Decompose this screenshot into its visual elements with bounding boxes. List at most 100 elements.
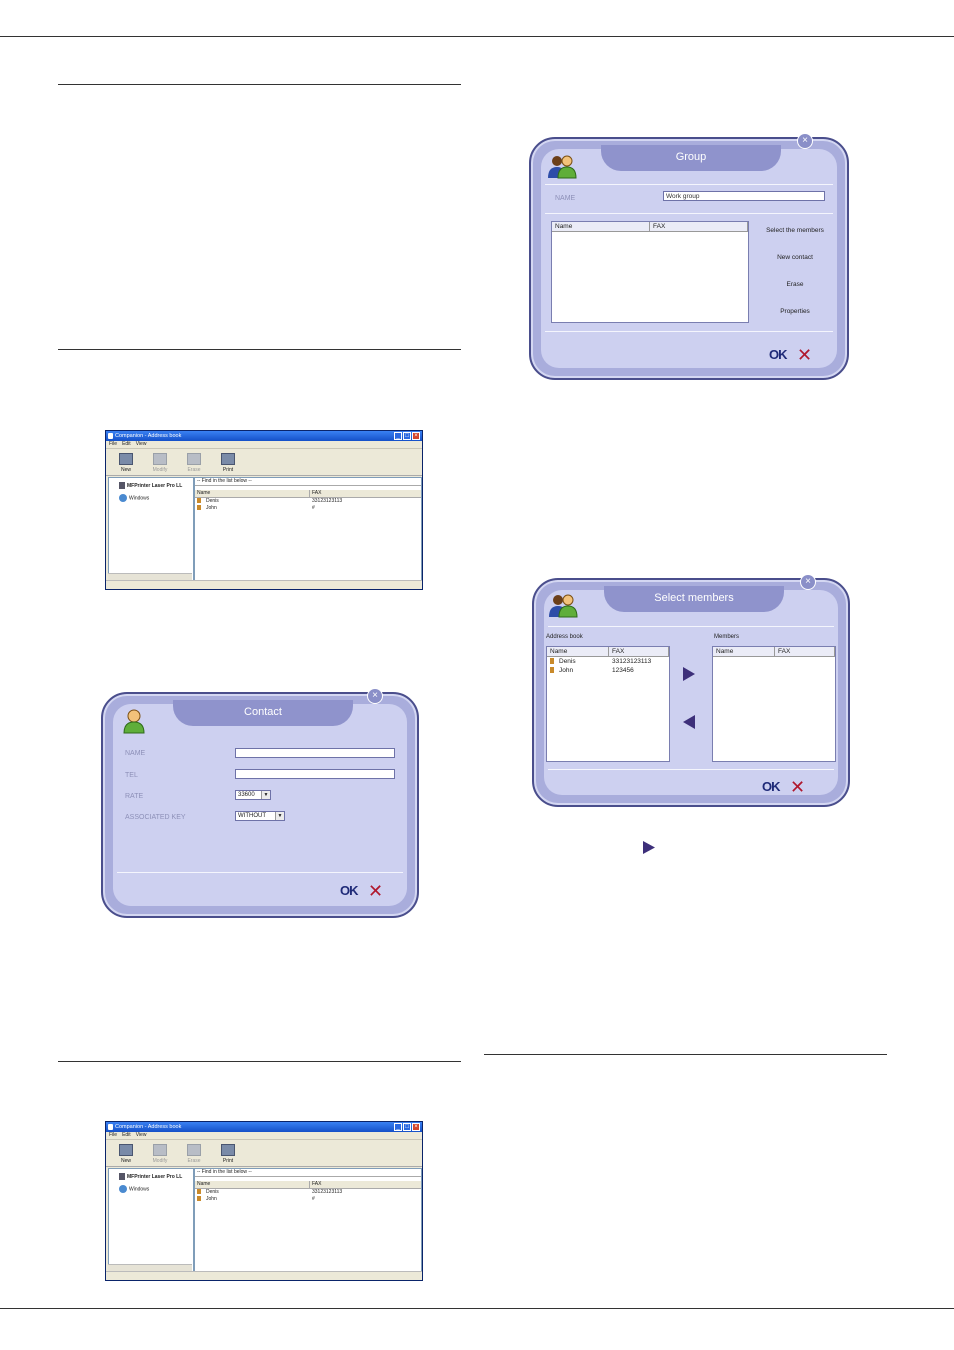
new-icon: [119, 1144, 133, 1156]
column-name[interactable]: Name: [195, 1181, 310, 1188]
tree-panel: MFPrinter Laser Pro LL Windows: [108, 1168, 194, 1274]
ok-button[interactable]: OK: [762, 779, 780, 794]
cancel-button[interactable]: ✕: [790, 778, 805, 796]
section-rule-2: [58, 349, 461, 350]
tel-field[interactable]: [235, 769, 395, 779]
select-members-button[interactable]: Select the members: [755, 227, 835, 234]
divider: [117, 872, 403, 873]
associated-key-label: ASSOCIATED KEY: [125, 814, 186, 821]
list-item[interactable]: John #: [195, 1196, 421, 1203]
minimize-icon[interactable]: _: [394, 1123, 402, 1131]
menu-file[interactable]: File: [109, 441, 117, 448]
close-icon[interactable]: ×: [367, 688, 383, 704]
dialog-title: Select members: [654, 592, 734, 604]
list-item[interactable]: Denis 33123123113: [547, 657, 669, 666]
group-name-field[interactable]: Work group: [663, 191, 825, 201]
person-icon: [197, 505, 201, 511]
list-item[interactable]: Denis 33123123113: [195, 1189, 421, 1196]
divider: [545, 331, 833, 332]
person-icon: [550, 667, 554, 674]
print-button[interactable]: Print: [216, 453, 240, 475]
new-contact-button[interactable]: New contact: [755, 254, 835, 261]
maximize-icon[interactable]: □: [403, 432, 411, 440]
erase-button[interactable]: Erase: [182, 453, 206, 475]
address-book-window: Companion - Address book _ □ × File Edit…: [105, 1121, 423, 1281]
list-item[interactable]: John 123456: [547, 666, 669, 675]
minimize-icon[interactable]: _: [394, 432, 402, 440]
modify-icon: [153, 453, 167, 465]
column-fax[interactable]: FAX: [310, 1181, 321, 1188]
associated-key-select[interactable]: WITHOUT ▼: [235, 811, 285, 821]
app-icon: [108, 433, 113, 439]
modify-button[interactable]: Modify: [148, 1144, 172, 1166]
dialog-title: Contact: [244, 706, 282, 718]
menu-view[interactable]: View: [136, 441, 147, 448]
properties-button[interactable]: Properties: [755, 308, 835, 315]
address-book-window: Companion - Address book _ □ × File Edit…: [105, 430, 423, 590]
column-fax[interactable]: FAX: [775, 647, 835, 656]
person-icon: [197, 1196, 201, 1202]
erase-button[interactable]: Erase: [755, 281, 835, 288]
dialog-title-tab: Group: [601, 145, 781, 171]
list-item[interactable]: Denis 33123123113: [195, 498, 421, 505]
erase-button[interactable]: Erase: [182, 1144, 206, 1166]
menu-view[interactable]: View: [136, 1132, 147, 1139]
menubar: File Edit View: [106, 1132, 422, 1140]
name-field[interactable]: [235, 748, 395, 758]
ok-button[interactable]: OK: [769, 347, 787, 362]
group-icon: [548, 155, 577, 179]
maximize-icon[interactable]: □: [403, 1123, 411, 1131]
column-fax[interactable]: FAX: [310, 490, 321, 497]
close-icon[interactable]: ×: [800, 574, 816, 590]
statusbar: [106, 580, 422, 589]
find-field[interactable]: -- Find in the list below --: [195, 478, 421, 486]
tree-item-printer[interactable]: MFPrinter Laser Pro LL: [119, 1173, 182, 1180]
column-fax[interactable]: FAX: [650, 222, 748, 231]
tree-item-windows[interactable]: Windows: [119, 1185, 149, 1193]
close-icon[interactable]: ×: [412, 432, 420, 440]
arrow-right-icon: [643, 841, 655, 854]
horizontal-scrollbar[interactable]: [108, 1264, 192, 1271]
person-icon: [197, 498, 201, 504]
divider: [548, 769, 834, 770]
divider: [545, 184, 833, 185]
tree-item-windows[interactable]: Windows: [119, 494, 149, 502]
new-button[interactable]: New: [114, 1144, 138, 1166]
menu-file[interactable]: File: [109, 1132, 117, 1139]
app-icon: [108, 1124, 113, 1130]
section-rule-3: [58, 1061, 461, 1062]
close-icon[interactable]: ×: [412, 1123, 420, 1131]
menu-edit[interactable]: Edit: [122, 441, 131, 448]
contact-list-panel: -- Find in the list below -- Name FAX De…: [194, 1168, 422, 1274]
select-members-dialog: Select members × Address book Members Na…: [532, 574, 850, 807]
address-book-list: Name FAX Denis 33123123113 John 123456: [546, 646, 670, 762]
arrow-left-icon[interactable]: [682, 714, 696, 730]
print-button[interactable]: Print: [216, 1144, 240, 1166]
new-button[interactable]: New: [114, 453, 138, 475]
tree-item-printer[interactable]: MFPrinter Laser Pro LL: [119, 482, 182, 489]
list-header: Name FAX: [195, 490, 421, 498]
person-icon: [550, 658, 554, 665]
column-fax[interactable]: FAX: [609, 647, 669, 656]
chevron-down-icon: ▼: [261, 791, 270, 799]
menu-edit[interactable]: Edit: [122, 1132, 131, 1139]
name-label: NAME: [125, 750, 146, 757]
modify-button[interactable]: Modify: [148, 453, 172, 475]
header-rule: [0, 36, 954, 37]
person-icon: [197, 1189, 201, 1195]
cancel-button[interactable]: ✕: [368, 882, 383, 900]
column-name[interactable]: Name: [195, 490, 310, 497]
close-icon[interactable]: ×: [797, 133, 813, 149]
horizontal-scrollbar[interactable]: [108, 573, 192, 580]
ok-button[interactable]: OK: [340, 883, 358, 898]
list-item[interactable]: John #: [195, 505, 421, 512]
window-titlebar: Companion - Address book _ □ ×: [106, 431, 422, 441]
arrow-right-icon[interactable]: [682, 666, 696, 682]
cancel-button[interactable]: ✕: [797, 346, 812, 364]
column-name[interactable]: Name: [713, 647, 775, 656]
column-name[interactable]: Name: [552, 222, 650, 231]
find-field[interactable]: -- Find in the list below --: [195, 1169, 421, 1177]
column-name[interactable]: Name: [547, 647, 609, 656]
dialog-title-tab: Contact: [173, 700, 353, 726]
rate-select[interactable]: 33600 ▼: [235, 790, 271, 800]
